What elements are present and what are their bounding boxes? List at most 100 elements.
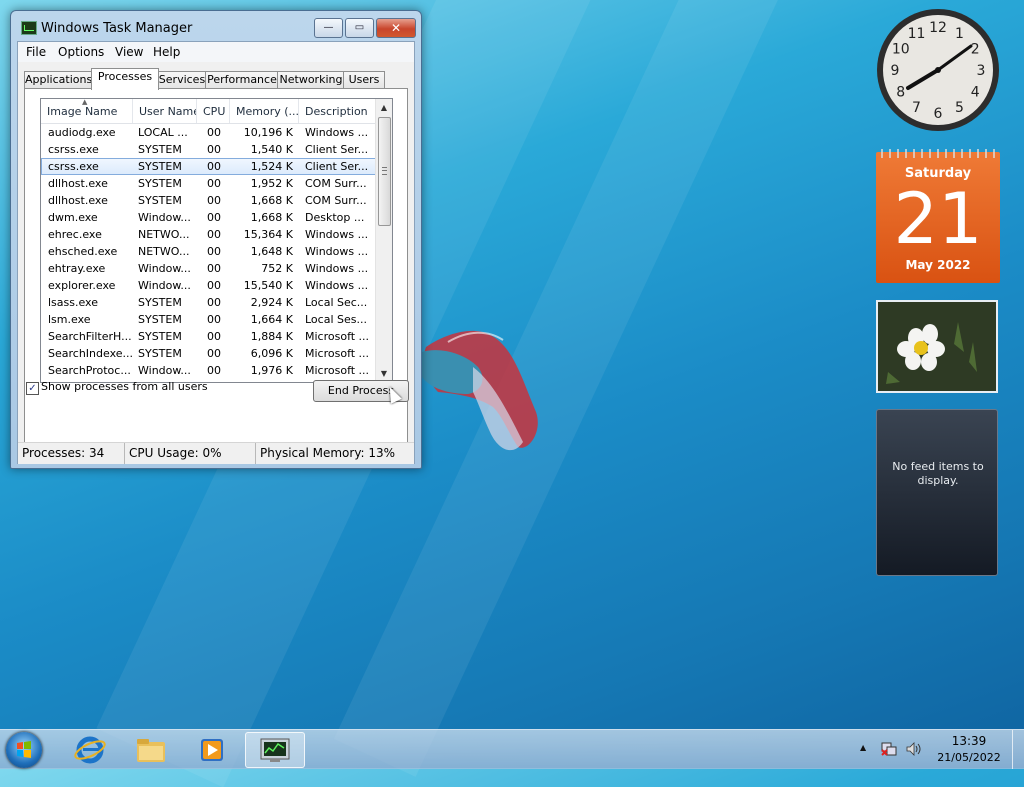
show-hidden-icons-icon[interactable]: ▲ — [860, 743, 866, 752]
clock-number: 9 — [891, 63, 900, 79]
clock-number: 4 — [971, 85, 980, 101]
table-row[interactable]: lsm.exe SYSTEM 00 1,664 K Local Ses... — [41, 311, 376, 328]
media-player-icon[interactable] — [184, 732, 240, 768]
tab-processes[interactable]: Processes — [91, 68, 159, 90]
table-row[interactable]: audiodg.exe LOCAL ... 00 10,196 K Windows ..… — [41, 124, 376, 141]
cell-desc: Microsoft ... — [305, 330, 370, 343]
table-row[interactable]: SearchIndexe... SYSTEM 00 6,096 K Microsoft … — [41, 345, 376, 362]
calendar-date: 21 — [893, 178, 983, 260]
clock-gadget[interactable]: 12 12 3 45678 9 1011 — [876, 8, 1000, 132]
tab-applications[interactable]: Applications — [24, 71, 93, 89]
clock-number: 12 — [929, 20, 947, 36]
process-list[interactable]: ▲ Image Name User Name CPU Memory (... D… — [40, 98, 393, 383]
column-description[interactable]: Description — [299, 99, 376, 123]
windows-start-icon[interactable] — [6, 732, 42, 768]
calendar-gadget[interactable]: Saturday 21 May 2022 — [876, 146, 1000, 283]
table-row[interactable]: ehtray.exe Window... 00 752 K Windows ... — [41, 260, 376, 277]
table-row[interactable]: SearchProtoc... Window... 00 1,976 K Microso… — [41, 362, 376, 379]
task-manager-icon — [260, 738, 290, 762]
taskbar-time[interactable]: 13:39 — [930, 734, 1008, 748]
table-row[interactable]: explorer.exe Window... 00 15,540 K Windows .… — [41, 277, 376, 294]
wallpaper-fish — [422, 330, 538, 451]
show-all-users-label: Show processes from all users — [41, 380, 208, 393]
cell-desc: Windows ... — [305, 126, 369, 139]
scroll-up-icon[interactable]: ▲ — [376, 99, 392, 116]
vertical-scrollbar[interactable]: ▲ ▼ — [375, 99, 392, 382]
table-row[interactable]: SearchFilterH... SYSTEM 00 1,884 K Microsoft… — [41, 328, 376, 345]
cell-desc: Windows ... — [305, 228, 369, 241]
clock-number: 2 — [971, 42, 980, 58]
cell-memory: 1,976 K — [250, 364, 293, 377]
cell-user: Window... — [138, 364, 191, 377]
status-physical-memory: Physical Memory: 13% — [260, 446, 396, 460]
tab-performance[interactable]: Performance — [205, 71, 279, 89]
show-all-users-checkbox[interactable]: ✓ — [26, 382, 39, 395]
cell-desc: Client Ser... — [305, 160, 369, 173]
column-user-name[interactable]: User Name — [133, 99, 197, 123]
task-manager-taskbar-button[interactable] — [245, 732, 305, 768]
tab-users[interactable]: Users — [343, 71, 385, 89]
cell-user: SYSTEM — [138, 313, 182, 326]
cell-image: ehtray.exe — [48, 262, 106, 275]
tab-networking[interactable]: Networking — [277, 71, 345, 89]
cell-user: SYSTEM — [138, 177, 182, 190]
clock-number: 7 — [912, 100, 921, 116]
cell-image: lsass.exe — [48, 296, 98, 309]
tab-services[interactable]: Services — [157, 71, 207, 89]
maximize-button[interactable]: ▭ — [345, 18, 374, 38]
table-row[interactable]: ehsched.exe NETWO... 00 1,648 K Windows ... — [41, 243, 376, 260]
cell-image: SearchIndexe... — [48, 347, 133, 360]
list-header: ▲ Image Name User Name CPU Memory (... D… — [41, 99, 376, 124]
show-desktop-button[interactable] — [1012, 730, 1024, 769]
slideshow-gadget[interactable] — [876, 300, 998, 393]
taskbar-date[interactable]: 21/05/2022 — [930, 751, 1008, 764]
cell-memory: 752 K — [261, 262, 293, 275]
cell-memory: 1,540 K — [250, 143, 293, 156]
cell-memory: 1,668 K — [250, 194, 293, 207]
menu-file[interactable]: File — [26, 45, 46, 59]
cell-image: lsm.exe — [48, 313, 91, 326]
cell-cpu: 00 — [207, 347, 221, 360]
clock-number: 6 — [934, 106, 943, 122]
cell-user: Window... — [138, 262, 191, 275]
volume-icon[interactable] — [905, 741, 921, 757]
window-title: Windows Task Manager — [41, 21, 193, 36]
table-row[interactable]: dwm.exe Window... 00 1,668 K Desktop ... — [41, 209, 376, 226]
cell-cpu: 00 — [207, 143, 221, 156]
title-bar[interactable]: Windows Task Manager — ▭ ✕ — [11, 11, 421, 41]
cell-cpu: 00 — [207, 262, 221, 275]
scroll-thumb[interactable] — [378, 117, 391, 226]
cell-cpu: 00 — [207, 160, 221, 173]
table-row[interactable]: lsass.exe SYSTEM 00 2,924 K Local Sec... — [41, 294, 376, 311]
internet-explorer-icon[interactable] — [62, 732, 118, 768]
menu-help[interactable]: Help — [153, 45, 180, 59]
cell-desc: Windows ... — [305, 245, 369, 258]
table-row[interactable]: csrss.exe SYSTEM 00 1,524 K Client Ser... — [41, 158, 376, 175]
status-bar: Processes: 34 CPU Usage: 0% Physical Mem… — [18, 442, 414, 464]
table-row[interactable]: ehrec.exe NETWO... 00 15,364 K Windows ... — [41, 226, 376, 243]
table-row[interactable]: dllhost.exe SYSTEM 00 1,952 K COM Surr... — [41, 175, 376, 192]
menu-view[interactable]: View — [115, 45, 143, 59]
cell-desc: Microsoft ... — [305, 364, 370, 377]
cell-user: SYSTEM — [138, 296, 182, 309]
column-memory[interactable]: Memory (... — [230, 99, 299, 123]
minimize-button[interactable]: — — [314, 18, 343, 38]
column-cpu[interactable]: CPU — [197, 99, 230, 123]
menu-options[interactable]: Options — [58, 45, 104, 59]
windows-explorer-icon[interactable] — [123, 732, 179, 768]
cell-image: SearchProtoc... — [48, 364, 131, 377]
network-icon[interactable] — [881, 741, 897, 757]
table-row[interactable]: dllhost.exe SYSTEM 00 1,668 K COM Surr... — [41, 192, 376, 209]
cell-user: LOCAL ... — [138, 126, 188, 139]
calendar-month: May 2022 — [905, 258, 971, 272]
close-button[interactable]: ✕ — [376, 18, 416, 38]
cell-desc: Microsoft ... — [305, 347, 370, 360]
cell-cpu: 00 — [207, 313, 221, 326]
cell-desc: COM Surr... — [305, 177, 367, 190]
cell-user: NETWO... — [138, 245, 190, 258]
feed-headlines-gadget[interactable]: No feed items to display. — [876, 409, 998, 576]
cell-user: Window... — [138, 211, 191, 224]
cell-desc: Local Ses... — [305, 313, 367, 326]
column-image-name[interactable]: ▲ Image Name — [41, 99, 133, 123]
table-row[interactable]: csrss.exe SYSTEM 00 1,540 K Client Ser... — [41, 141, 376, 158]
